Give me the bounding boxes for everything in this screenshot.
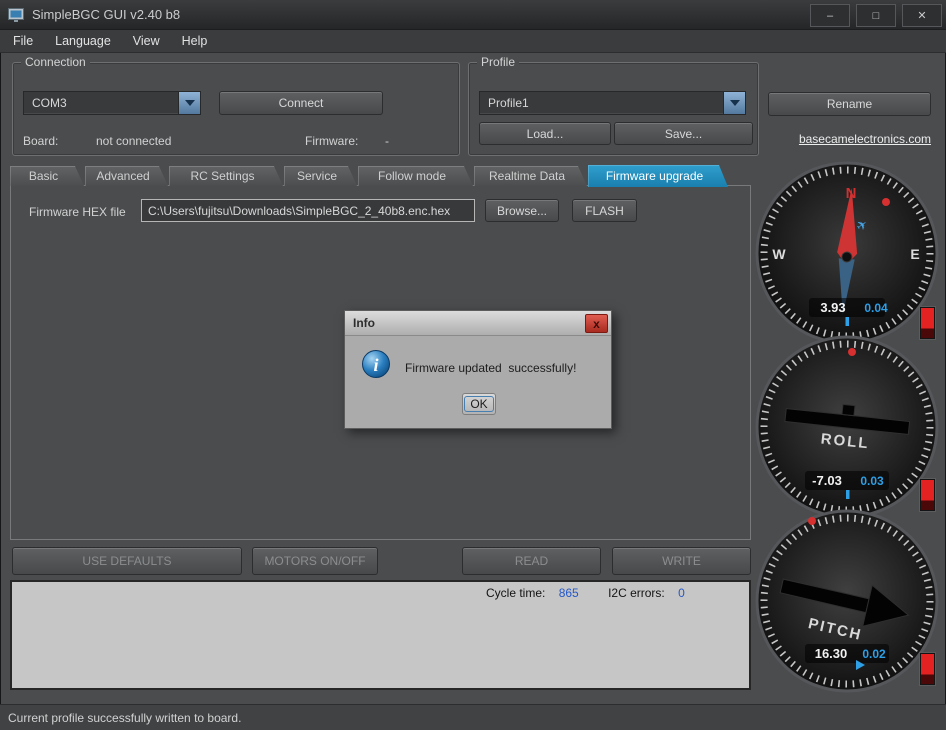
- load-button[interactable]: Load...: [479, 122, 611, 145]
- info-dialog: Info x i Firmware updated successfully! …: [344, 310, 612, 429]
- cycle-time-value: 865: [558, 586, 579, 600]
- tab-firmware-upgrade[interactable]: Firmware upgrade: [588, 165, 728, 187]
- pitch-setpoint-value: 0.02: [862, 647, 886, 661]
- cardinal-e-label: E: [910, 246, 919, 262]
- svg-text:i: i: [373, 355, 378, 375]
- ok-button-label: OK: [464, 396, 494, 412]
- telemetry-row: Cycle time: 865 I2C errors: 0: [486, 586, 685, 600]
- browse-button[interactable]: Browse...: [485, 199, 559, 222]
- com-port-value: COM3: [32, 96, 67, 110]
- hex-file-input[interactable]: [141, 199, 475, 222]
- tab-rc-settings[interactable]: RC Settings: [169, 166, 283, 186]
- firmware-version-value: -: [385, 134, 389, 148]
- ok-button[interactable]: OK: [462, 393, 496, 415]
- close-icon: x: [593, 316, 600, 331]
- save-button[interactable]: Save...: [614, 122, 753, 145]
- heading-error-bar: [920, 307, 935, 339]
- maximize-icon: □: [872, 9, 880, 22]
- roll-setpoint-value: 0.03: [860, 474, 884, 488]
- flash-button[interactable]: FLASH: [572, 199, 637, 222]
- menu-help[interactable]: Help: [171, 30, 219, 52]
- heading-target-dot: [882, 198, 890, 206]
- minimize-icon: –: [826, 9, 834, 22]
- roll-marker: [846, 490, 850, 499]
- tab-basic[interactable]: Basic: [10, 166, 84, 186]
- chevron-down-icon: [178, 92, 200, 114]
- use-defaults-button[interactable]: USE DEFAULTS: [12, 547, 242, 575]
- window-title: SimpleBGC GUI v2.40 b8: [32, 7, 181, 22]
- app-window: SimpleBGC GUI v2.40 b8 – □ ✕ File Langua…: [0, 0, 946, 730]
- info-dialog-titlebar[interactable]: Info: [345, 311, 611, 336]
- tab-label: Basic: [28, 169, 59, 183]
- read-button[interactable]: READ: [462, 547, 601, 575]
- cardinal-w-label: W: [772, 246, 786, 262]
- rename-button[interactable]: Rename: [768, 92, 931, 116]
- pitch-value: 16.30: [815, 646, 848, 661]
- heading-gauge: N E W ✈ 3.93 0.04: [755, 161, 939, 345]
- roll-target-dot: [848, 348, 856, 356]
- connection-group: Connection COM3 Connect Board: not conne…: [12, 55, 460, 156]
- write-button[interactable]: WRITE: [612, 547, 751, 575]
- log-panel: Cycle time: 865 I2C errors: 0: [10, 580, 751, 690]
- dialog-message: Firmware updated successfully!: [405, 361, 577, 375]
- tab-realtime-data[interactable]: Realtime Data: [474, 166, 587, 186]
- window-controls: – □ ✕: [804, 4, 942, 27]
- tab-label: Realtime Data: [488, 169, 566, 183]
- roll-error-bar: [920, 479, 935, 511]
- maximize-button[interactable]: □: [856, 4, 896, 27]
- tab-follow-mode[interactable]: Follow mode: [358, 166, 473, 186]
- tab-bar: Basic Advanced RC Settings Service Follo…: [10, 164, 729, 186]
- profile-group-label: Profile: [477, 55, 520, 69]
- profile-group: Profile Profile1 Load... Save...: [468, 55, 759, 156]
- status-message: Current profile successfully written to …: [8, 710, 242, 725]
- profile-select[interactable]: Profile1: [479, 91, 746, 115]
- dialog-close-button[interactable]: x: [585, 314, 608, 333]
- tab-label: Follow mode: [377, 169, 447, 183]
- menubar: File Language View Help: [0, 30, 946, 53]
- profile-value: Profile1: [488, 96, 529, 110]
- close-button[interactable]: ✕: [902, 4, 942, 27]
- titlebar[interactable]: SimpleBGC GUI v2.40 b8 – □ ✕: [0, 0, 946, 30]
- hex-file-label: Firmware HEX file: [29, 205, 126, 219]
- chevron-down-icon: [723, 92, 745, 114]
- firmware-label: Firmware:: [305, 134, 359, 148]
- minimize-button[interactable]: –: [810, 4, 850, 27]
- heading-marker: [845, 317, 849, 326]
- pitch-target-dot: [808, 517, 816, 525]
- i2c-errors-value: 0: [678, 586, 685, 600]
- website-link[interactable]: basecamelectronics.com: [799, 132, 931, 146]
- roll-value: -7.03: [812, 473, 842, 488]
- tab-service[interactable]: Service: [284, 166, 357, 186]
- heading-value: 3.93: [820, 300, 845, 315]
- pitch-gauge: PITCH 16.30 0.02: [755, 509, 939, 693]
- motors-onoff-button[interactable]: MOTORS ON/OFF: [252, 547, 378, 575]
- i2c-errors-label: I2C errors:: [608, 586, 665, 600]
- tab-label: Service: [296, 169, 337, 183]
- app-icon: [8, 7, 24, 22]
- connect-button[interactable]: Connect: [219, 91, 383, 115]
- status-bar: Current profile successfully written to …: [0, 704, 946, 730]
- board-label: Board:: [23, 134, 59, 148]
- tab-label: Advanced: [96, 169, 150, 183]
- info-icon: i: [362, 350, 390, 378]
- tab-label: Firmware upgrade: [605, 169, 704, 183]
- cycle-time-label: Cycle time:: [486, 586, 546, 600]
- connection-group-label: Connection: [21, 55, 90, 69]
- dialog-title: Info: [353, 316, 375, 330]
- com-port-select[interactable]: COM3: [23, 91, 201, 115]
- menu-view[interactable]: View: [122, 30, 171, 52]
- menu-language[interactable]: Language: [44, 30, 122, 52]
- close-icon: ✕: [917, 10, 927, 22]
- heading-setpoint-value: 0.04: [864, 301, 888, 315]
- roll-gauge: ROLL -7.03 0.03: [755, 335, 939, 519]
- tab-label: RC Settings: [190, 169, 255, 183]
- menu-file[interactable]: File: [2, 30, 44, 52]
- tab-advanced[interactable]: Advanced: [85, 166, 168, 186]
- pitch-error-bar: [920, 653, 935, 685]
- board-status-value: not connected: [96, 134, 172, 148]
